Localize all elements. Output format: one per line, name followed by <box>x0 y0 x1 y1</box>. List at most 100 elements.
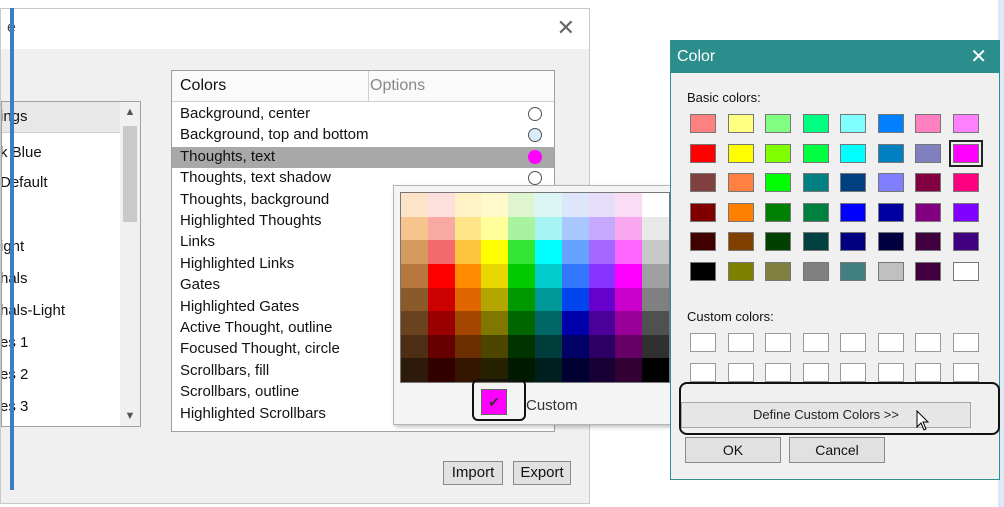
ok-button[interactable]: OK <box>685 437 781 463</box>
palette-cell[interactable] <box>427 193 455 217</box>
custom-color-swatch[interactable] <box>915 363 941 382</box>
basic-color-swatch[interactable] <box>877 232 904 251</box>
palette-cell[interactable] <box>401 358 428 382</box>
palette-cell[interactable] <box>588 287 616 312</box>
custom-color-swatch[interactable] <box>952 333 979 352</box>
color-row[interactable]: Thoughts, text <box>172 146 554 168</box>
schemes-scrollbar[interactable]: ▲ ▼ <box>120 102 140 426</box>
palette-cell[interactable] <box>561 287 589 312</box>
cancel-button[interactable]: Cancel <box>789 437 885 463</box>
custom-color-swatch[interactable] <box>840 363 866 382</box>
palette-cell[interactable] <box>401 287 428 312</box>
palette-cell[interactable] <box>588 193 616 217</box>
basic-color-swatch[interactable] <box>840 173 866 192</box>
palette-cell[interactable] <box>561 263 589 288</box>
color-swatch-dot[interactable] <box>528 128 542 143</box>
basic-color-swatch[interactable] <box>765 173 791 192</box>
custom-color-swatch[interactable] <box>690 363 716 382</box>
basic-color-swatch[interactable] <box>727 114 754 133</box>
import-button[interactable]: Import <box>443 461 503 485</box>
basic-color-swatch[interactable] <box>765 232 791 251</box>
palette-cell[interactable] <box>561 193 589 217</box>
palette-cell[interactable] <box>481 193 509 217</box>
palette-cell[interactable] <box>615 287 643 312</box>
palette-cell[interactable] <box>508 334 535 359</box>
palette-cell[interactable] <box>508 263 535 288</box>
color-row[interactable]: Background, center <box>172 104 554 125</box>
close-icon[interactable]: ✕ <box>970 44 987 69</box>
palette-cell[interactable] <box>427 240 455 264</box>
basic-color-swatch[interactable] <box>727 173 754 192</box>
custom-color-swatch[interactable] <box>727 363 754 382</box>
basic-color-swatch[interactable] <box>802 202 829 222</box>
basic-color-swatch[interactable] <box>802 114 829 133</box>
basic-color-swatch[interactable] <box>765 143 791 163</box>
basic-color-swatch[interactable] <box>952 202 979 222</box>
palette-cell[interactable] <box>454 193 482 217</box>
custom-label[interactable]: Custom <box>526 397 578 414</box>
color-swatch-dot[interactable] <box>528 107 542 121</box>
palette-cell[interactable] <box>588 263 616 288</box>
palette-cell[interactable] <box>481 263 509 288</box>
palette-cell[interactable] <box>454 311 482 335</box>
color-swatch-dot[interactable] <box>528 149 542 164</box>
palette-cell[interactable] <box>508 216 535 241</box>
basic-color-swatch[interactable] <box>877 173 904 192</box>
custom-color-swatch[interactable] <box>877 333 904 352</box>
basic-color-swatch[interactable] <box>840 114 866 133</box>
palette-cell[interactable] <box>642 311 669 335</box>
basic-color-swatch[interactable] <box>802 173 829 192</box>
basic-color-swatch[interactable] <box>690 261 716 281</box>
palette-cell[interactable] <box>427 311 455 335</box>
palette-cell[interactable] <box>481 216 509 241</box>
palette-cell[interactable] <box>642 193 669 217</box>
palette-cell[interactable] <box>588 240 616 264</box>
basic-color-swatch[interactable] <box>727 143 754 163</box>
palette-cell[interactable] <box>534 240 562 264</box>
palette-cell[interactable] <box>642 358 669 382</box>
palette-cell[interactable] <box>401 240 428 264</box>
basic-color-swatch[interactable] <box>840 232 866 251</box>
basic-color-swatch[interactable] <box>765 114 791 133</box>
palette-cell[interactable] <box>561 240 589 264</box>
scheme-item[interactable]: es 3 <box>2 398 28 415</box>
basic-color-swatch[interactable] <box>952 173 979 192</box>
basic-color-swatch[interactable] <box>948 139 983 167</box>
palette-cell[interactable] <box>615 334 643 359</box>
palette-cell[interactable] <box>561 334 589 359</box>
palette-cell[interactable] <box>427 216 455 241</box>
basic-color-swatch[interactable] <box>690 173 716 192</box>
basic-color-swatch[interactable] <box>840 143 866 163</box>
palette-cell[interactable] <box>481 311 509 335</box>
palette-cell[interactable] <box>642 263 669 288</box>
custom-color-swatch[interactable] <box>952 363 979 382</box>
basic-color-swatch[interactable] <box>915 232 941 251</box>
export-button[interactable]: Export <box>513 461 571 485</box>
scheme-item[interactable]: es 2 <box>2 366 28 383</box>
palette-cell[interactable] <box>642 216 669 241</box>
palette-cell[interactable] <box>534 358 562 382</box>
palette-cell[interactable] <box>454 287 482 312</box>
basic-color-swatch[interactable] <box>952 232 979 251</box>
palette-cell[interactable] <box>508 240 535 264</box>
custom-color-swatch[interactable] <box>877 363 904 382</box>
palette-cell[interactable] <box>642 287 669 312</box>
color-row[interactable]: Background, top and bottom <box>172 125 554 146</box>
palette-cell[interactable] <box>427 358 455 382</box>
scheme-item[interactable]: Default <box>2 174 48 191</box>
palette-cell[interactable] <box>481 240 509 264</box>
basic-color-swatch[interactable] <box>877 114 904 133</box>
basic-color-swatch[interactable] <box>915 261 941 281</box>
basic-color-swatch[interactable] <box>840 261 866 281</box>
palette-cell[interactable] <box>508 287 535 312</box>
scroll-down-icon[interactable]: ▼ <box>120 410 140 422</box>
palette-cell[interactable] <box>588 334 616 359</box>
close-icon[interactable]: ✕ <box>557 15 575 41</box>
basic-color-swatch[interactable] <box>877 202 904 222</box>
palette-cell[interactable] <box>561 358 589 382</box>
palette-cell[interactable] <box>534 334 562 359</box>
palette-cell[interactable] <box>401 334 428 359</box>
palette-cell[interactable] <box>534 311 562 335</box>
palette-cell[interactable] <box>561 216 589 241</box>
basic-color-swatch[interactable] <box>915 202 941 222</box>
